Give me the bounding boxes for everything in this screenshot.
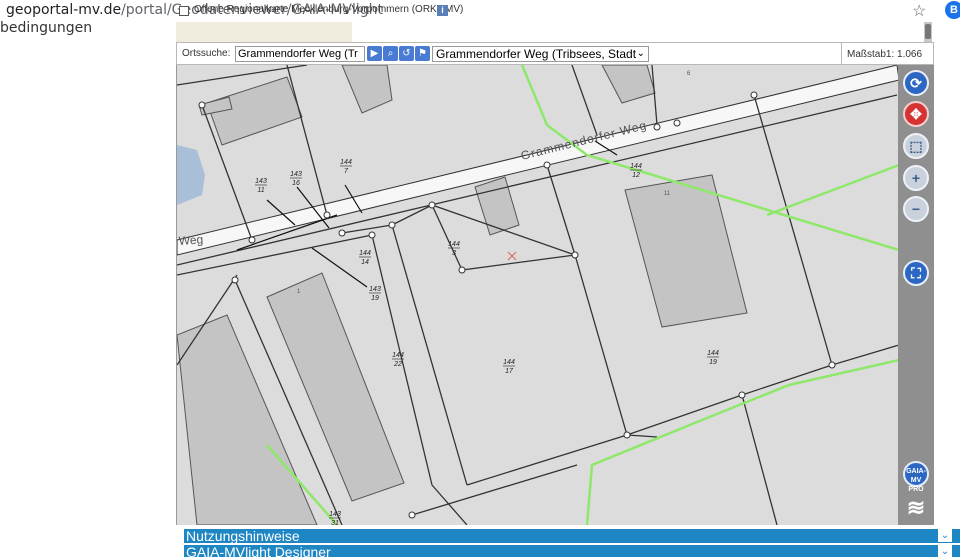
locate-icon[interactable]: ⚑ (415, 46, 430, 61)
map-preview-strip (176, 22, 352, 42)
play-search-icon[interactable]: ▶ (367, 46, 382, 61)
street-label: Weg (178, 232, 203, 248)
accordion-label: GAIA-MVlight Designer (186, 545, 331, 557)
layers-icon[interactable]: ≋ (903, 495, 929, 521)
accordion-designer[interactable]: GAIA-MVlight Designer ⌄ (184, 545, 960, 557)
fullscreen-icon[interactable]: ⛶ (903, 260, 929, 286)
search-label: Ortssuche: (182, 48, 231, 59)
map-toolbar: ⟳ ✥ ⬚ + − ⛶ GAIA-MV PRO ≋ (898, 65, 934, 525)
address-bar[interactable]: geoportal-mv.de/portal/Geodatenviewer/GA… (0, 0, 960, 22)
zoom-out-icon[interactable]: − (903, 196, 929, 222)
parcel-sub: 31 (331, 520, 339, 525)
parcel-sub: 19 (371, 295, 379, 302)
parcel-number: 143 (369, 286, 381, 293)
parcel-number: 143 (329, 511, 341, 518)
parcel-number: 144 (359, 250, 371, 257)
page-margin (934, 22, 960, 525)
parcel-sub: 11 (257, 187, 264, 194)
zoom-in-icon[interactable]: + (903, 165, 929, 191)
orka-layer-checkbox[interactable] (179, 6, 189, 16)
chevron-down-icon[interactable]: ⌄ (938, 545, 952, 557)
water-area (177, 145, 205, 205)
parcel-sub: 22 (393, 361, 402, 368)
scrollbar-thumb[interactable] (925, 24, 931, 39)
parcel-number: 143 (255, 178, 267, 185)
building-number: 11 (664, 191, 671, 197)
map-canvas[interactable]: Grammendorfer Weg Weg 1 11 6 14311 14316… (177, 65, 898, 525)
parcel-sub: 16 (292, 180, 300, 187)
accordion-label: Nutzungshinweise (186, 529, 300, 543)
scale-readout: Maßstab1: 1.066 (847, 49, 923, 60)
parcel-number: 144 (392, 352, 404, 359)
parcel-number: 144 (503, 359, 515, 366)
url-host: geoportal-mv.de (6, 2, 122, 18)
profile-avatar[interactable]: B (945, 1, 960, 19)
search-toolbar: Ortssuche: ▶ ⌕ ↺ ⚑ Grammendorfer Weg (Tr… (176, 42, 934, 65)
selected-result-text: Grammendorfer Weg (Tribsees, Stadt (436, 47, 637, 61)
browser-viewport: geoportal-mv.de/portal/Geodatenviewer/GA… (0, 0, 960, 557)
orka-layer-label: Offene Regionalkarte Mecklenburg-Vorpomm… (194, 4, 464, 15)
parcel-number: 144 (630, 163, 642, 170)
center-marker-icon (507, 251, 517, 261)
building-number: 6 (687, 71, 691, 77)
reset-icon[interactable]: ↺ (399, 46, 414, 61)
layer-list-strip (176, 22, 934, 42)
pro-icon[interactable]: GAIA-MV PRO (903, 461, 929, 493)
pan-icon[interactable]: ✥ (903, 101, 929, 127)
parcel-number: 144 (340, 159, 352, 166)
refresh-icon[interactable]: ⟳ (903, 70, 929, 96)
chevron-down-icon: ⌄ (636, 48, 645, 59)
parcel-sub: 3 (452, 250, 456, 257)
accordion-nutzungshinweise[interactable]: Nutzungshinweise ⌄ (184, 529, 960, 543)
cadastral-map[interactable]: Grammendorfer Weg Weg 1 11 6 143 11 143 16… (176, 65, 898, 525)
building (341, 65, 393, 114)
layer-scrollbar[interactable] (924, 22, 932, 42)
parcel-sub: 14 (361, 259, 369, 266)
parcel-sub: 17 (505, 368, 514, 375)
parcel-number: 144 (707, 350, 719, 357)
divider (841, 43, 842, 64)
building (601, 65, 656, 104)
place-search-input[interactable] (235, 46, 365, 62)
parcel-sub: 19 (709, 359, 717, 366)
parcel-number: 144 (448, 241, 460, 248)
parcel-number: 143 (290, 171, 302, 178)
chevron-down-icon[interactable]: ⌄ (938, 529, 952, 542)
parcel-sub: 12 (632, 172, 640, 179)
search-result-select[interactable]: Grammendorfer Weg (Tribsees, Stadt ⌄ (432, 46, 649, 62)
parcel-sub: 7 (344, 168, 349, 175)
info-icon[interactable]: i (437, 5, 448, 16)
zoom-box-icon[interactable]: ⬚ (903, 133, 929, 159)
search-icon[interactable]: ⌕ (383, 46, 398, 61)
bookmark-star-icon[interactable]: ☆ (912, 1, 926, 21)
side-text: bedingungen (0, 20, 93, 36)
